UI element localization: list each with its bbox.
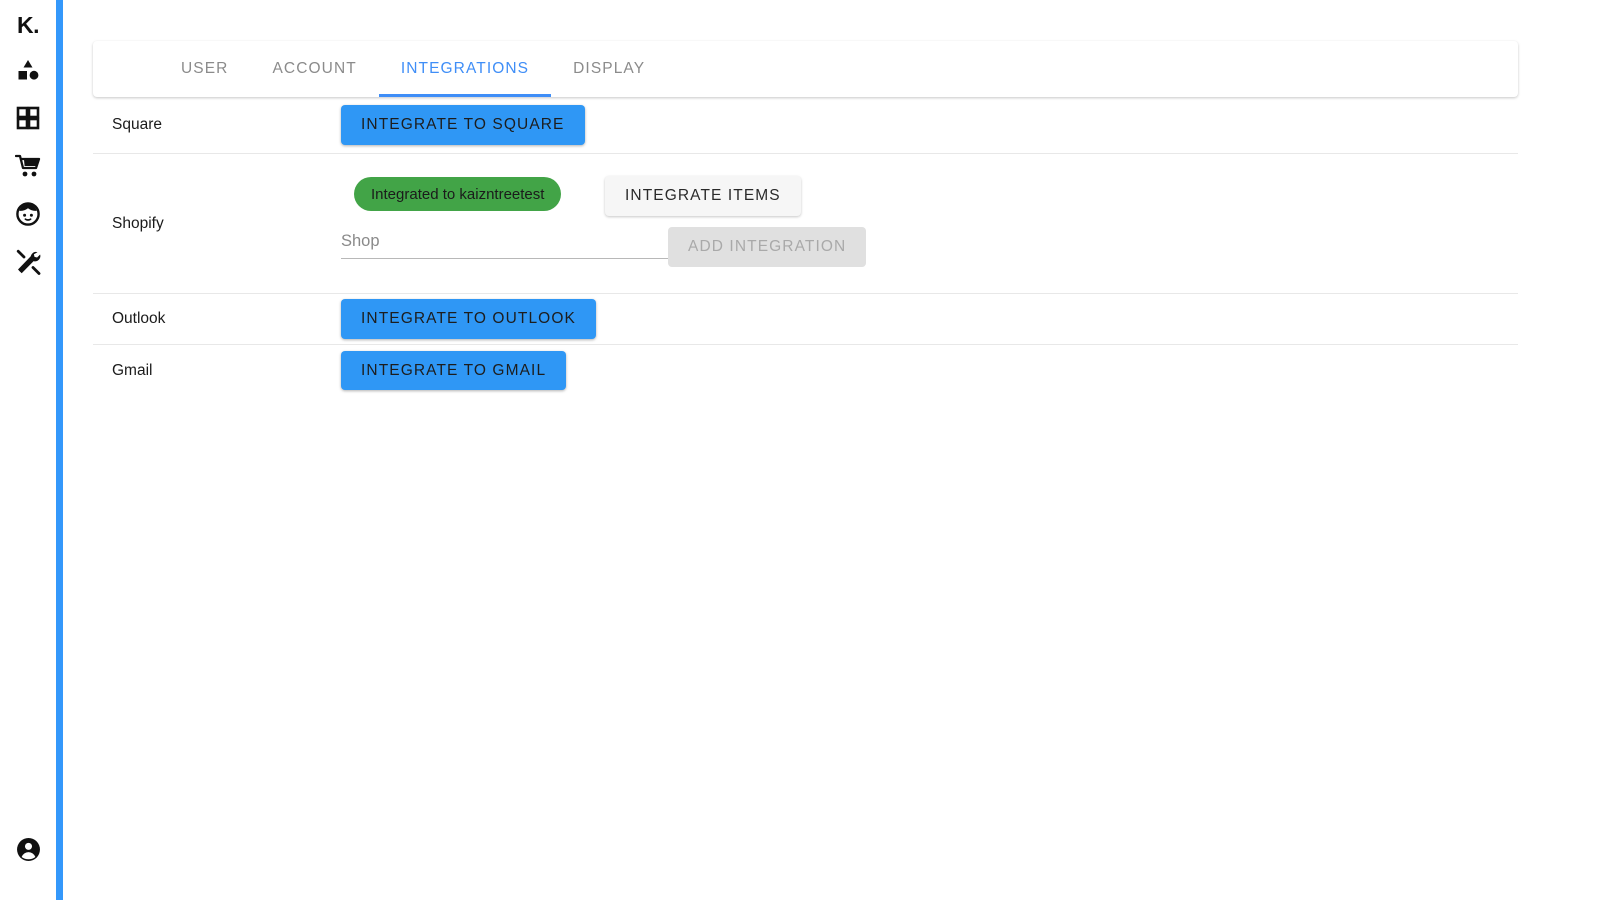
sidebar-item-catalog[interactable] [8, 53, 48, 87]
sidebar: K. [0, 0, 56, 900]
integrate-to-gmail-button[interactable]: INTEGRATE TO GMAIL [341, 351, 566, 391]
integrate-to-outlook-button[interactable]: INTEGRATE TO OUTLOOK [341, 299, 596, 339]
app-root: K. [0, 0, 1600, 900]
integration-label-shopify: Shopify [112, 215, 341, 233]
integrate-to-square-button[interactable]: INTEGRATE TO SQUARE [341, 105, 585, 145]
sidebar-item-orders[interactable] [8, 149, 48, 183]
shopify-status-badge: Integrated to kaizntreetest [354, 177, 561, 211]
integration-label-outlook: Outlook [112, 310, 341, 328]
integration-row-outlook: Outlook INTEGRATE TO OUTLOOK [93, 294, 1518, 345]
shopify-shop-field [341, 230, 668, 259]
tools-icon [15, 249, 42, 275]
shop-input[interactable] [341, 230, 668, 259]
account-circle-icon [16, 837, 41, 862]
tab-integrations[interactable]: INTEGRATIONS [379, 41, 551, 97]
customer-face-icon [15, 201, 41, 227]
integration-actions-gmail: INTEGRATE TO GMAIL [341, 345, 1518, 396]
tab-display[interactable]: DISPLAY [551, 41, 667, 97]
integration-label-square: Square [112, 116, 341, 134]
sidebar-item-customers[interactable] [8, 197, 48, 231]
integration-row-gmail: Gmail INTEGRATE TO GMAIL [93, 345, 1518, 396]
settings-tab-bar: USER ACCOUNT INTEGRATIONS DISPLAY [93, 41, 1518, 97]
integration-row-square: Square INTEGRATE TO SQUARE [93, 97, 1518, 154]
shopping-cart-icon [15, 153, 42, 179]
integrate-items-button[interactable]: INTEGRATE ITEMS [605, 176, 801, 216]
settings-panel: USER ACCOUNT INTEGRATIONS DISPLAY Square… [93, 41, 1518, 396]
app-logo[interactable]: K. [17, 14, 39, 37]
catalog-icon [15, 57, 41, 83]
sidebar-nav [8, 53, 48, 279]
integration-actions-shopify: Integrated to kaizntreetest INTEGRATE IT… [341, 154, 1518, 293]
integration-actions-square: INTEGRATE TO SQUARE [341, 97, 1518, 153]
dashboard-grid-icon [16, 106, 40, 130]
integration-actions-outlook: INTEGRATE TO OUTLOOK [341, 294, 1518, 344]
integrations-list: Square INTEGRATE TO SQUARE Shopify Integ… [93, 97, 1518, 396]
integration-label-gmail: Gmail [112, 362, 341, 380]
tab-user[interactable]: USER [159, 41, 250, 97]
tab-account[interactable]: ACCOUNT [250, 41, 378, 97]
integration-row-shopify: Shopify Integrated to kaizntreetest INTE… [93, 154, 1518, 294]
add-integration-button[interactable]: ADD INTEGRATION [668, 227, 866, 267]
sidebar-item-tools[interactable] [8, 245, 48, 279]
sidebar-item-dashboard[interactable] [8, 101, 48, 135]
sidebar-bottom [0, 832, 56, 866]
main-content: USER ACCOUNT INTEGRATIONS DISPLAY Square… [56, 0, 1600, 900]
sidebar-item-account[interactable] [8, 832, 48, 866]
